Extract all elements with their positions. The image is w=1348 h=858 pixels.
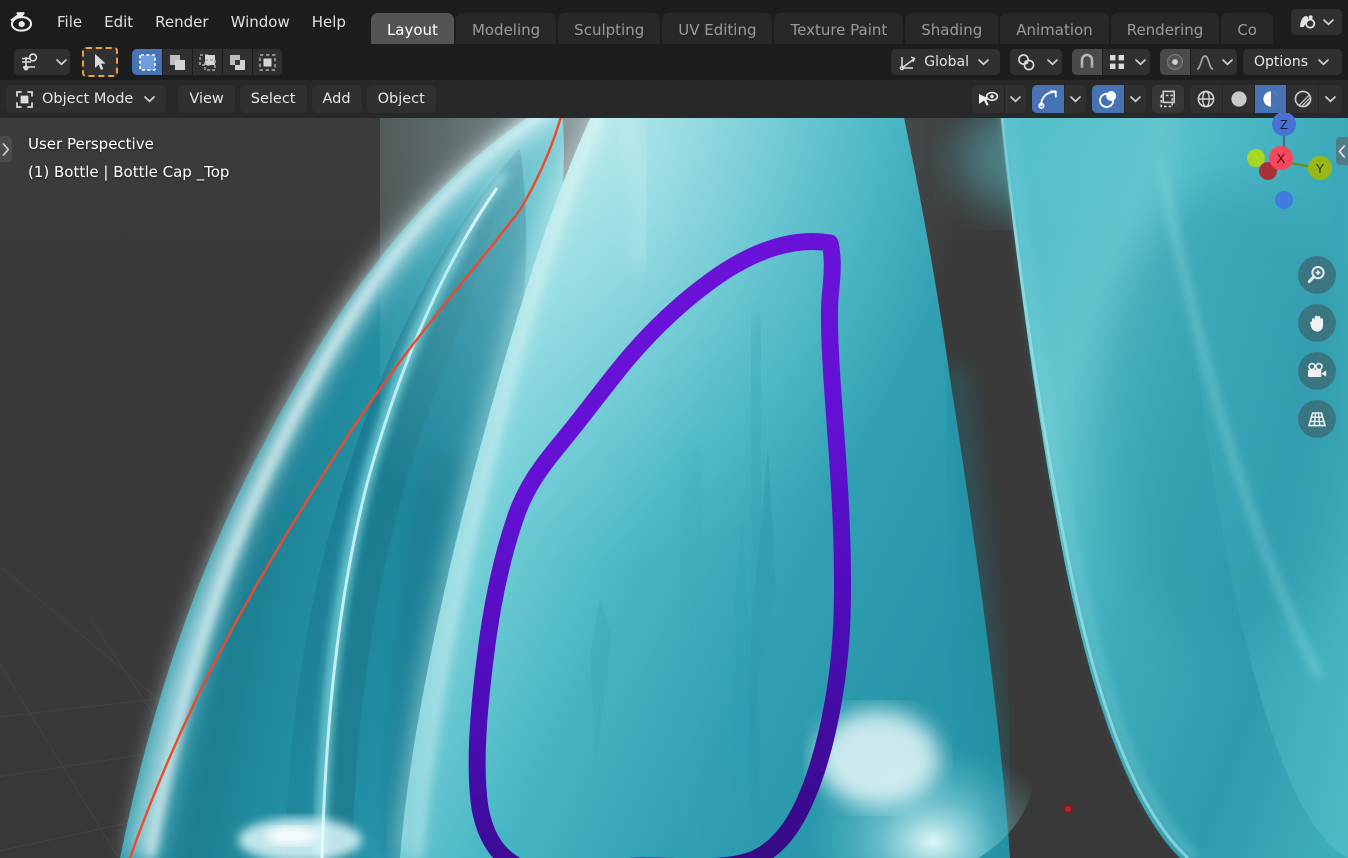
snap-grid-icon[interactable]	[1101, 49, 1132, 75]
menu-window[interactable]: Window	[220, 8, 301, 36]
overlays-group	[1092, 85, 1146, 113]
overlays-icon[interactable]	[1092, 85, 1124, 113]
options-button[interactable]: Options	[1242, 49, 1342, 75]
options-label: Options	[1253, 54, 1308, 70]
select-extend-icon[interactable]	[192, 49, 222, 75]
gizmo-axis-y-label: Y	[1316, 161, 1325, 176]
pivot-point-group	[1009, 49, 1062, 75]
proportional-editing-group	[1159, 49, 1237, 75]
gizmo-axis-neg-z[interactable]	[1275, 191, 1293, 209]
blender-logo-icon[interactable]	[0, 11, 46, 33]
object-mode-icon	[15, 90, 34, 109]
workspace-tabs: Layout Modeling Sculpting UV Editing Tex…	[370, 0, 1287, 44]
chevron-down-icon	[141, 95, 157, 103]
menu-edit[interactable]: Edit	[93, 8, 144, 36]
navigation-gizmo[interactable]: Z Y X	[1228, 106, 1340, 218]
overlays-chevron-down-icon[interactable]	[1124, 85, 1146, 113]
viewport-header: Object Mode View Select Add Object	[0, 80, 1348, 118]
solid-shading-icon[interactable]	[1222, 85, 1254, 113]
zoom-button[interactable]	[1298, 256, 1336, 294]
select-box-icon[interactable]	[132, 49, 162, 75]
menu-file[interactable]: File	[46, 8, 93, 36]
top-bar: File Edit Render Window Help Layout Mode…	[0, 0, 1348, 44]
chevron-down-icon[interactable]	[1219, 58, 1237, 66]
perspective-grid-icon	[1307, 412, 1327, 427]
object-visibility-chevron-down-icon[interactable]	[1004, 85, 1026, 113]
toggle-perspective-button[interactable]	[1298, 400, 1336, 438]
tool-cursor-select-icon[interactable]	[82, 47, 118, 77]
viewport-3d[interactable]: Object Mode View Select Add Object User …	[0, 80, 1348, 858]
chevron-down-icon	[976, 58, 992, 66]
tool-settings-row: Global Options	[0, 44, 1348, 80]
select-difference-icon[interactable]	[252, 49, 282, 75]
chevron-down-icon	[1315, 58, 1331, 66]
scene-collection-icon	[1297, 13, 1317, 31]
workspace-tab-shading[interactable]: Shading	[905, 13, 999, 44]
viewport-menu-add[interactable]: Add	[311, 85, 362, 113]
viewport-nav-buttons	[1298, 256, 1336, 438]
hand-pan-icon	[1310, 315, 1323, 332]
chevron-down-icon[interactable]	[1132, 58, 1150, 66]
gizmo-axis-z-label: Z	[1280, 117, 1288, 132]
camera-view-button[interactable]	[1298, 352, 1336, 390]
workspace-tab-sculpting[interactable]: Sculpting	[558, 13, 661, 44]
toolbar-toggle-chevron-right-icon[interactable]	[0, 136, 12, 162]
chevron-down-icon[interactable]	[1044, 58, 1062, 66]
object-visibility-icon[interactable]	[972, 85, 1004, 113]
gizmo-axis-x-label: X	[1277, 151, 1286, 166]
material-preview-icon[interactable]	[1254, 85, 1286, 113]
camera-icon	[1308, 362, 1327, 377]
pivot-point-icon[interactable]	[1009, 49, 1044, 75]
workspace-tab-modeling[interactable]: Modeling	[455, 13, 557, 44]
scene-selector[interactable]	[1291, 9, 1342, 35]
transform-orientation-value: Global	[924, 54, 969, 70]
select-subtract-icon[interactable]	[222, 49, 252, 75]
transform-snap-tool-icon[interactable]	[14, 49, 52, 75]
active-tool-chevron-down-icon[interactable]	[52, 58, 70, 66]
rendered-shading-icon[interactable]	[1286, 85, 1318, 113]
gizmos-chevron-down-icon[interactable]	[1064, 85, 1086, 113]
viewport-menu-view[interactable]: View	[178, 85, 235, 113]
menu-render[interactable]: Render	[144, 8, 219, 36]
active-tool-group	[14, 49, 70, 75]
viewport-menu-select[interactable]: Select	[239, 85, 307, 113]
sidebar-toggle-chevron-left-icon[interactable]	[1336, 137, 1348, 165]
topbar-right-group	[1287, 9, 1348, 35]
zoom-magnifier-icon	[1307, 266, 1325, 284]
shading-chevron-down-icon[interactable]	[1318, 85, 1342, 113]
viewport-menu-object[interactable]: Object	[366, 85, 436, 113]
object-visibility-group	[972, 85, 1026, 113]
orientation-axes-icon	[899, 53, 917, 71]
pan-button[interactable]	[1298, 304, 1336, 342]
workspace-tab-compositing[interactable]: Co	[1221, 13, 1273, 44]
transform-orientation-selector[interactable]: Global	[891, 49, 1000, 75]
workspace-tab-animation[interactable]: Animation	[1000, 13, 1109, 44]
viewport-3d-canvas[interactable]	[0, 118, 1348, 858]
magnet-icon[interactable]	[1071, 49, 1102, 75]
xray-toggle-icon[interactable]	[1152, 85, 1184, 113]
workspace-tab-rendering[interactable]: Rendering	[1110, 13, 1220, 44]
workspace-tab-uv-editing[interactable]: UV Editing	[662, 13, 773, 44]
gizmos-group	[1032, 85, 1086, 113]
object-mode-label: Object Mode	[42, 91, 134, 107]
gizmo-icon[interactable]	[1032, 85, 1064, 113]
wireframe-icon[interactable]	[1190, 85, 1222, 113]
workspace-tab-layout[interactable]: Layout	[370, 13, 454, 44]
menu-help[interactable]: Help	[301, 8, 357, 36]
snapping-group	[1071, 49, 1150, 75]
xray-group	[1152, 85, 1184, 113]
shading-modes-group	[1190, 85, 1342, 113]
select-set-icon[interactable]	[162, 49, 192, 75]
viewport-header-right	[972, 85, 1342, 113]
object-mode-selector[interactable]: Object Mode	[6, 85, 167, 113]
blender-window: File Edit Render Window Help Layout Mode…	[0, 0, 1348, 858]
workspace-tab-texture-paint[interactable]: Texture Paint	[774, 13, 904, 44]
select-mode-group	[132, 49, 282, 75]
falloff-curve-icon[interactable]	[1189, 49, 1219, 75]
chevron-down-icon	[1320, 18, 1336, 26]
proportional-edit-icon[interactable]	[1159, 49, 1190, 75]
